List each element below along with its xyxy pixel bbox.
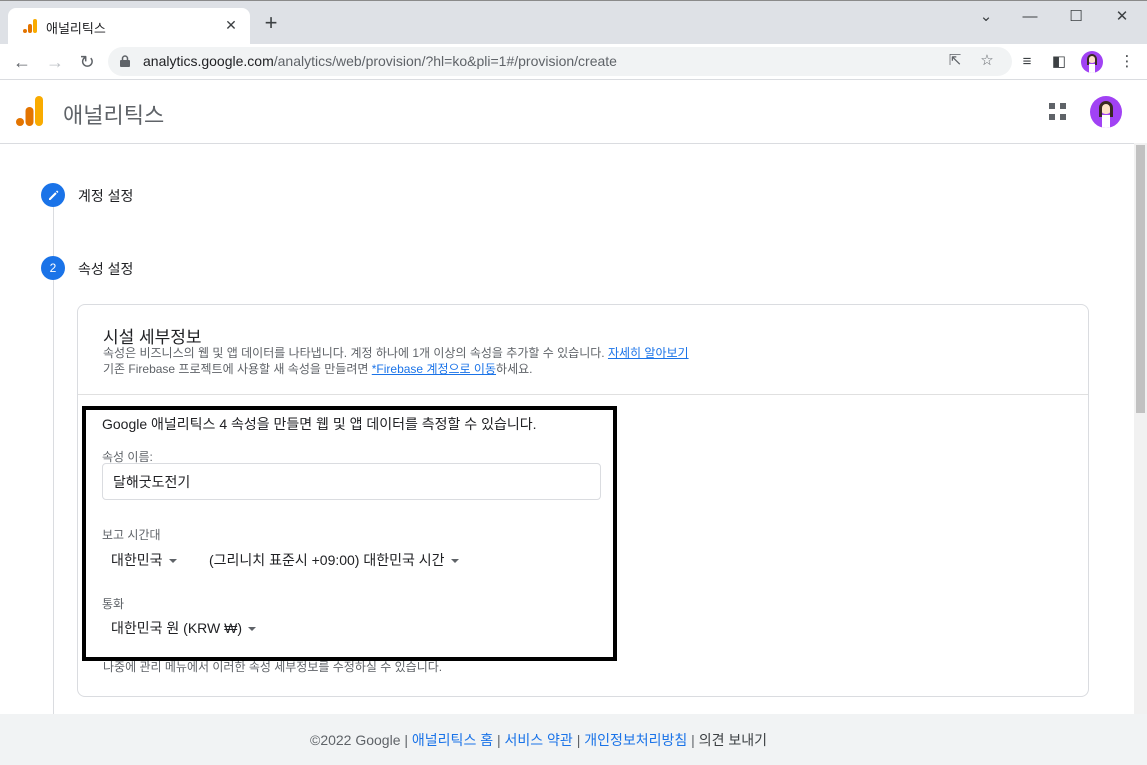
tab-search-chevron-icon[interactable]: ⌄ <box>975 8 997 26</box>
step-number-badge: 2 <box>41 256 65 280</box>
timezone-label: 보고 시간대 <box>102 528 161 542</box>
analytics-home-link[interactable]: 애널리틱스 홈 <box>412 732 493 748</box>
firebase-account-link[interactable]: *Firebase 계정으로 이동 <box>372 362 496 376</box>
tab-title: 애널리틱스 <box>46 21 106 36</box>
stepper-line <box>53 206 54 714</box>
app-header: 애널리틱스 <box>0 80 1147 144</box>
browser-tab-strip: 애널리틱스 ✕ + ⌄ — ☐ ✕ <box>0 0 1147 45</box>
forward-arrow-icon[interactable]: → <box>45 52 65 72</box>
timezone-dropdown[interactable]: (그리니치 표준시 +09:00) 대한민국 시간 <box>209 550 459 570</box>
lock-icon <box>120 55 130 67</box>
timezone-country-dropdown[interactable]: 대한민국 <box>111 550 177 570</box>
profile-avatar[interactable] <box>1081 51 1103 73</box>
step-done-pencil-icon[interactable] <box>41 183 65 207</box>
close-tab-icon[interactable]: ✕ <box>222 16 240 34</box>
currency-dropdown[interactable]: 대한민국 원 (KRW ₩) <box>111 618 257 638</box>
send-feedback-link[interactable]: 의견 보내기 <box>699 732 767 748</box>
reading-list-icon[interactable]: ≡ <box>1017 52 1037 72</box>
copyright-text: ©2022 Google <box>310 732 401 748</box>
page-scrollbar[interactable] <box>1134 143 1147 714</box>
card-desc-line2: 기존 Firebase 프로젝트에 사용할 새 속성을 만들려면 <box>103 362 372 376</box>
footer-separator: | <box>493 732 505 748</box>
terms-link[interactable]: 서비스 약관 <box>505 732 573 748</box>
card-description: 속성은 비즈니스의 웹 및 앱 데이터를 나타냅니다. 계정 하나에 1개 이상… <box>103 345 689 377</box>
back-arrow-icon[interactable]: ← <box>12 52 32 72</box>
bookmark-star-icon[interactable]: ☆ <box>978 52 996 70</box>
chevron-down-icon <box>248 627 257 632</box>
footer-separator: | <box>687 732 699 748</box>
property-name-input[interactable]: 달해굿도전기 <box>102 463 601 500</box>
avatar-icon <box>1087 54 1097 73</box>
app-title: 애널리틱스 <box>63 103 165 128</box>
scrollbar-thumb[interactable] <box>1136 145 1145 413</box>
card-divider <box>78 394 1088 395</box>
timezone-value: (그리니치 표준시 +09:00) 대한민국 시간 <box>209 552 445 568</box>
account-avatar[interactable] <box>1090 96 1122 128</box>
footer-separator: | <box>572 732 585 748</box>
new-tab-icon[interactable]: + <box>262 12 280 34</box>
reload-icon[interactable]: ↻ <box>77 52 97 72</box>
menu-kebab-icon[interactable]: ⋮ <box>1117 52 1137 72</box>
currency-value: 대한민국 원 (KRW ₩) <box>111 620 243 636</box>
maximize-icon[interactable]: ☐ <box>1065 8 1087 26</box>
close-window-icon[interactable]: ✕ <box>1111 8 1133 26</box>
analytics-logo-icon <box>16 96 43 126</box>
footer-separator: | <box>400 732 412 748</box>
footer-links: ©2022 Google | 애널리틱스 홈 | 서비스 약관 | 개인정보처리… <box>310 730 767 750</box>
url-text: analytics.google.com/analytics/web/provi… <box>143 53 617 69</box>
apps-grid-icon[interactable] <box>1049 103 1067 121</box>
browser-tab[interactable]: 애널리틱스 ✕ <box>8 8 250 45</box>
ga4-headline: Google 애널리틱스 4 속성을 만들면 웹 및 앱 데이터를 측정할 수 … <box>102 416 537 432</box>
chevron-down-icon <box>168 559 177 564</box>
page-footer: ©2022 Google | 애널리틱스 홈 | 서비스 약관 | 개인정보처리… <box>0 714 1147 765</box>
minimize-icon[interactable]: — <box>1019 8 1041 26</box>
step-label-account[interactable]: 계정 설정 <box>78 186 133 206</box>
card-desc-line1: 속성은 비즈니스의 웹 및 앱 데이터를 나타냅니다. 계정 하나에 1개 이상… <box>103 346 608 360</box>
card-desc-line2-suffix: 하세요. <box>496 362 533 376</box>
share-icon[interactable]: ⇱ <box>946 52 964 70</box>
timezone-country-value: 대한민국 <box>111 552 163 568</box>
address-bar[interactable]: analytics.google.com/analytics/web/provi… <box>108 47 1012 76</box>
currency-label: 통화 <box>102 597 125 611</box>
avatar-icon <box>1099 101 1113 128</box>
property-form-highlight: Google 애널리틱스 4 속성을 만들면 웹 및 앱 데이터를 측정할 수 … <box>82 406 617 661</box>
chevron-down-icon <box>450 559 459 564</box>
step-label-property: 속성 설정 <box>78 261 134 277</box>
analytics-favicon-icon <box>23 19 37 33</box>
learn-more-link[interactable]: 자세히 알아보기 <box>608 346 689 360</box>
browser-toolbar: ← → ↻ analytics.google.com/analytics/web… <box>0 44 1147 80</box>
privacy-link[interactable]: 개인정보처리방침 <box>584 732 687 748</box>
side-panel-icon[interactable]: ◧ <box>1049 52 1069 72</box>
